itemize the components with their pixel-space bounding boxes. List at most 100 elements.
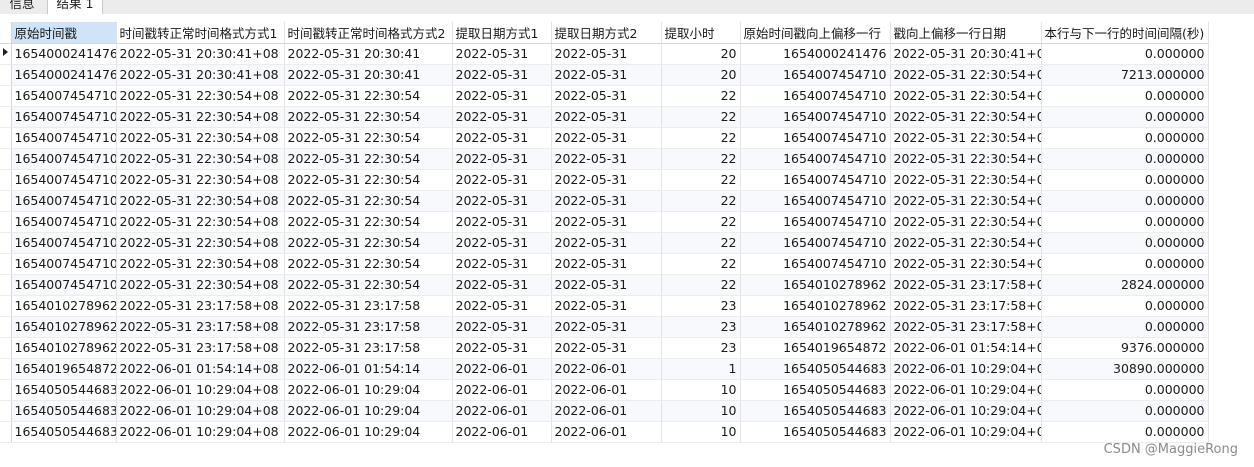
table-cell[interactable]: 1654000241476: [11, 64, 117, 86]
table-cell[interactable]: 0.000000: [1041, 379, 1209, 401]
table-row[interactable]: 1654007454710 2022-05-31 22:30:54+08 2022-…: [0, 148, 1209, 170]
row-selector[interactable]: [0, 232, 12, 254]
table-cell[interactable]: 0.000000: [1041, 85, 1209, 107]
table-cell[interactable]: 10: [661, 421, 741, 443]
table-cell[interactable]: 10: [661, 400, 741, 422]
table-cell[interactable]: 23: [661, 295, 741, 317]
table-cell[interactable]: 2022-05-31 22:30:54+08: [116, 274, 285, 296]
table-cell[interactable]: 2022-05-31: [551, 274, 662, 296]
table-cell[interactable]: 2022-05-31 22:30:54+08: [890, 232, 1042, 254]
table-cell[interactable]: 2022-06-01 10:29:04+08: [116, 400, 285, 422]
table-cell[interactable]: 22: [661, 274, 741, 296]
table-cell[interactable]: 1654007454710: [11, 85, 117, 107]
table-cell[interactable]: 23: [661, 337, 741, 359]
column-header-interval-seconds[interactable]: 本行与下一行的时间间隔(秒): [1041, 22, 1209, 44]
table-cell[interactable]: 2022-05-31 22:30:54: [284, 211, 453, 233]
table-cell[interactable]: 2022-06-01 10:29:04+08: [890, 358, 1042, 380]
table-cell[interactable]: 2022-05-31 23:17:58: [284, 316, 453, 338]
table-cell[interactable]: 2022-05-31 22:30:54+08: [890, 148, 1042, 170]
table-cell[interactable]: 1654007454710: [11, 127, 117, 149]
table-cell[interactable]: 22: [661, 127, 741, 149]
table-cell[interactable]: 2022-06-01 10:29:04+08: [116, 421, 285, 443]
table-cell[interactable]: 1654050544683: [740, 400, 891, 422]
table-cell[interactable]: 1654007454710: [740, 85, 891, 107]
table-cell[interactable]: 1654010278962: [740, 295, 891, 317]
table-row[interactable]: 1654050544683 2022-06-01 10:29:04+08 2022-…: [0, 400, 1209, 422]
table-cell[interactable]: 2022-06-01: [452, 379, 552, 401]
table-cell[interactable]: 0.000000: [1041, 295, 1209, 317]
table-cell[interactable]: 0.000000: [1041, 190, 1209, 212]
table-cell[interactable]: 2022-06-01 10:29:04+08: [890, 379, 1042, 401]
table-cell[interactable]: 1654050544683: [740, 421, 891, 443]
table-cell[interactable]: 2022-05-31: [452, 148, 552, 170]
table-cell[interactable]: 22: [661, 232, 741, 254]
table-row[interactable]: 1654050544683 2022-06-01 10:29:04+08 2022-…: [0, 379, 1209, 401]
table-cell[interactable]: 2022-05-31: [452, 232, 552, 254]
table-cell[interactable]: 1654010278962: [740, 316, 891, 338]
table-cell[interactable]: 2022-05-31 22:30:54+08: [890, 64, 1042, 86]
table-row[interactable]: 1654007454710 2022-05-31 22:30:54+08 2022-…: [0, 253, 1209, 275]
table-row[interactable]: 1654010278962 2022-05-31 23:17:58+08 2022-…: [0, 337, 1209, 359]
table-cell[interactable]: 1654050544683: [11, 379, 117, 401]
table-cell[interactable]: 2022-05-31 20:30:41+08: [116, 64, 285, 86]
row-selector[interactable]: [0, 190, 12, 212]
row-selector[interactable]: [0, 274, 12, 296]
table-cell[interactable]: 1654007454710: [11, 232, 117, 254]
table-row[interactable]: 1654019654872 2022-06-01 01:54:14+08 2022-…: [0, 358, 1209, 380]
row-selector[interactable]: [0, 295, 12, 317]
table-cell[interactable]: 2022-06-01: [551, 379, 662, 401]
table-cell[interactable]: 22: [661, 253, 741, 275]
row-selector[interactable]: [0, 337, 12, 359]
table-cell[interactable]: 2022-05-31 22:30:54+08: [116, 127, 285, 149]
table-row[interactable]: 1654000241476 2022-05-31 20:30:41+08 2022-…: [0, 43, 1209, 65]
table-cell[interactable]: 1654019654872: [11, 358, 117, 380]
table-cell[interactable]: 2022-05-31 22:30:54+08: [890, 169, 1042, 191]
table-cell[interactable]: 1654050544683: [740, 358, 891, 380]
table-cell[interactable]: 10: [661, 379, 741, 401]
table-cell[interactable]: 2022-05-31: [551, 85, 662, 107]
table-cell[interactable]: 2022-05-31 22:30:54: [284, 148, 453, 170]
table-cell[interactable]: 2022-05-31 22:30:54+08: [890, 106, 1042, 128]
table-cell[interactable]: 22: [661, 190, 741, 212]
table-cell[interactable]: 1654010278962: [740, 274, 891, 296]
table-cell[interactable]: 2022-05-31: [551, 232, 662, 254]
table-cell[interactable]: 20: [661, 64, 741, 86]
table-row[interactable]: 1654050544683 2022-06-01 10:29:04+08 2022-…: [0, 421, 1209, 443]
table-cell[interactable]: 2022-05-31: [551, 253, 662, 275]
table-cell[interactable]: 0.000000: [1041, 127, 1209, 149]
table-cell[interactable]: 2022-05-31 22:30:54: [284, 127, 453, 149]
table-cell[interactable]: 2022-05-31: [551, 127, 662, 149]
column-header-date-method-1[interactable]: 提取日期方式1: [452, 22, 552, 44]
row-selector[interactable]: [0, 43, 12, 65]
table-cell[interactable]: 2022-06-01: [452, 421, 552, 443]
table-cell[interactable]: 0.000000: [1041, 106, 1209, 128]
table-cell[interactable]: 2022-05-31: [452, 211, 552, 233]
table-cell[interactable]: 2022-05-31: [452, 253, 552, 275]
table-cell[interactable]: 1654007454710: [11, 274, 117, 296]
table-cell[interactable]: 0.000000: [1041, 169, 1209, 191]
table-cell[interactable]: 2022-05-31: [551, 190, 662, 212]
column-header-lag-date[interactable]: 戳向上偏移一行日期: [890, 22, 1042, 44]
table-row[interactable]: 1654007454710 2022-05-31 22:30:54+08 2022-…: [0, 274, 1209, 296]
table-cell[interactable]: 2022-06-01 01:54:14+08: [116, 358, 285, 380]
row-selector[interactable]: [0, 169, 12, 191]
table-cell[interactable]: 2022-05-31 22:30:54+08: [116, 253, 285, 275]
table-cell[interactable]: 0.000000: [1041, 211, 1209, 233]
table-cell[interactable]: 2022-05-31 22:30:54: [284, 274, 453, 296]
table-cell[interactable]: 1654007454710: [740, 148, 891, 170]
table-cell[interactable]: 2022-06-01: [551, 400, 662, 422]
table-cell[interactable]: 2022-05-31: [551, 295, 662, 317]
table-cell[interactable]: 0.000000: [1041, 421, 1209, 443]
result-grid[interactable]: 原始时间戳 时间戳转正常时间格式方式1 时间戳转正常时间格式方式2 提取日期方式…: [0, 22, 1210, 462]
table-row[interactable]: 1654007454710 2022-05-31 22:30:54+08 2022-…: [0, 190, 1209, 212]
table-cell[interactable]: 1654007454710: [11, 169, 117, 191]
row-selector[interactable]: [0, 211, 12, 233]
row-selector[interactable]: [0, 85, 12, 107]
table-cell[interactable]: 2022-05-31 23:17:58+08: [116, 316, 285, 338]
table-cell[interactable]: 2022-05-31: [551, 337, 662, 359]
table-cell[interactable]: 2022-05-31 22:30:54+08: [890, 190, 1042, 212]
table-row[interactable]: 1654007454710 2022-05-31 22:30:54+08 2022-…: [0, 169, 1209, 191]
tab-result-1[interactable]: 结果 1: [47, 0, 103, 14]
table-cell[interactable]: 1654007454710: [11, 253, 117, 275]
table-cell[interactable]: 20: [661, 43, 741, 65]
